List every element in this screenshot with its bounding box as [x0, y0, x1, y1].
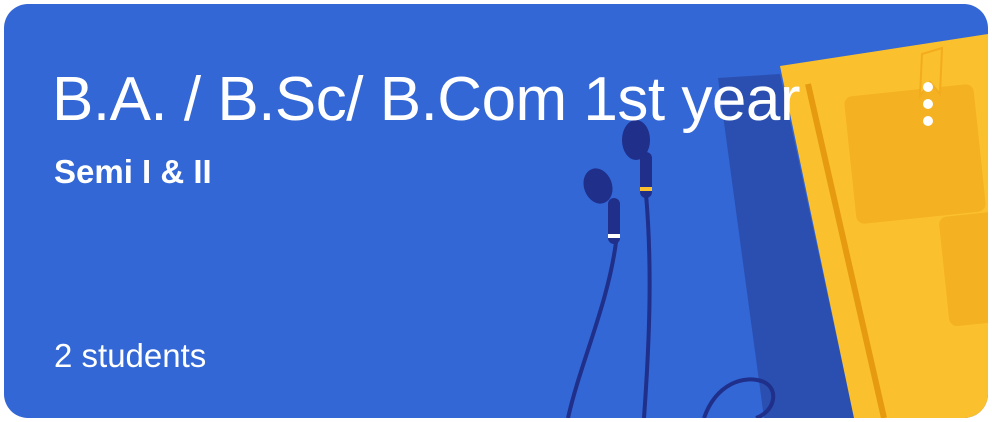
earbud-right-stem: [640, 152, 652, 198]
earphone-cord-left: [566, 241, 618, 418]
student-count: 2 students: [54, 337, 207, 374]
more-vert-icon: [923, 82, 933, 92]
earbud-left-ring: [608, 234, 620, 238]
more-vert-icon-dot: [923, 99, 933, 109]
more-options-button[interactable]: [902, 72, 954, 136]
class-title[interactable]: B.A. / B.Sc/ B.Com 1st year: [52, 62, 842, 138]
class-card[interactable]: B.A. / B.Sc/ B.Com 1st year Semi I & II …: [4, 4, 988, 418]
more-vert-icon-dot: [923, 116, 933, 126]
class-section: Semi I & II: [54, 153, 212, 190]
earphone-cord-right: [642, 193, 652, 418]
earbud-right-ring: [640, 187, 652, 191]
